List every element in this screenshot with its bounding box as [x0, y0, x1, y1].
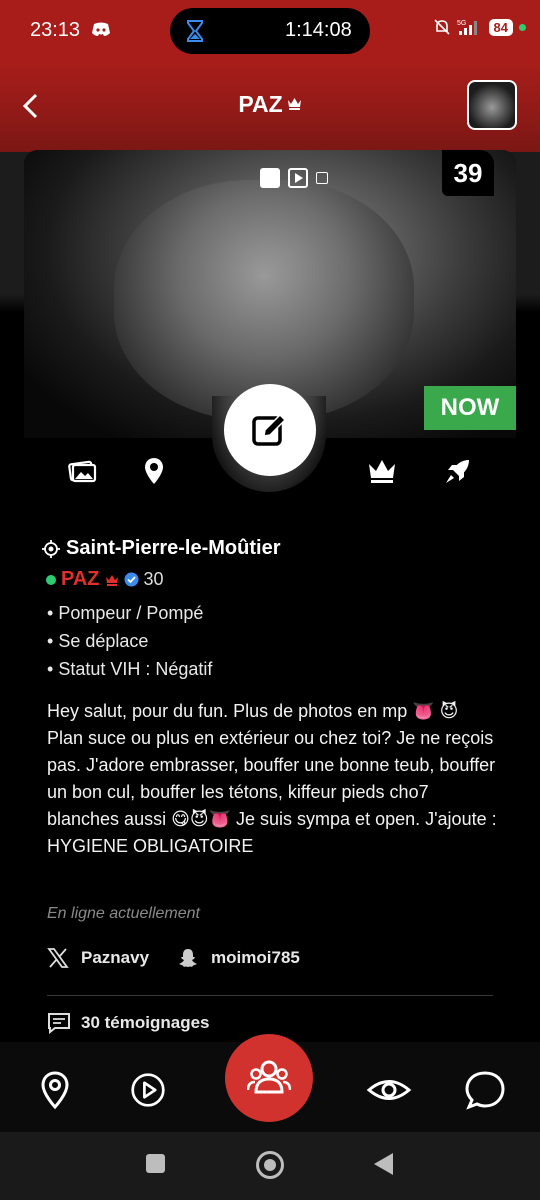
snapchat-handle[interactable]: moimoi785	[211, 948, 300, 968]
status-time: 23:13	[30, 19, 81, 41]
photo-media-icon	[260, 168, 280, 188]
attribute-item: • Pompeur / Pompé	[47, 603, 204, 623]
svg-text:5G: 5G	[457, 20, 466, 27]
video-media-icon	[288, 168, 308, 188]
status-bar: 23:13 1:14:08 5G 84	[0, 0, 540, 62]
profile-bio: Hey salut, pour du fun. Plus de photos e…	[47, 701, 497, 856]
testimonials-link[interactable]: 30 témoignages	[47, 1012, 210, 1034]
hourglass-icon	[187, 20, 203, 42]
profile-attributes: • Pompeur / Pompé • Se déplace • Statut …	[47, 601, 212, 685]
location-pin-icon[interactable]	[138, 455, 170, 487]
mute-bell-icon	[433, 19, 450, 35]
location-row: Saint-Pierre-le-Moûtier	[42, 537, 280, 560]
discord-icon	[92, 22, 110, 36]
edit-icon	[252, 413, 287, 446]
recent-apps-button[interactable]	[146, 1154, 165, 1173]
photo-count-badge: 39	[442, 150, 494, 196]
status-icons: 5G 84	[433, 18, 526, 36]
title-text: PAZ	[238, 91, 283, 117]
timer-text: 1:14:08	[285, 19, 352, 41]
play-icon[interactable]	[130, 1070, 166, 1110]
online-status: En ligne actuellement	[47, 905, 200, 922]
media-type-icons	[260, 168, 328, 188]
small-video-icon	[316, 172, 328, 184]
attribute-item: • Se déplace	[47, 631, 149, 651]
social-links: Paznavy moimoi785	[47, 947, 300, 969]
users-icon	[247, 1060, 291, 1094]
map-pin-icon[interactable]	[37, 1070, 73, 1110]
battery-level: 84	[488, 18, 513, 36]
signal-icon: 5G	[457, 20, 477, 35]
section-divider	[47, 995, 493, 996]
app-header: PAZ	[0, 62, 540, 152]
chat-icon[interactable]	[464, 1070, 506, 1110]
crown-icon	[287, 98, 301, 110]
now-badge: NOW	[424, 386, 516, 430]
rocket-icon[interactable]	[442, 455, 474, 487]
comment-icon	[48, 1013, 70, 1034]
privacy-dot	[519, 23, 526, 31]
gallery-icon[interactable]	[66, 455, 98, 487]
crown-icon	[105, 574, 118, 586]
system-back-button[interactable]	[374, 1153, 393, 1175]
home-button[interactable]	[256, 1151, 284, 1179]
x-handle[interactable]: Paznavy	[81, 948, 149, 968]
online-indicator	[46, 574, 56, 585]
location-text: Saint-Pierre-le-Moûtier	[66, 537, 281, 559]
x-logo-icon[interactable]	[47, 947, 69, 969]
username: PAZ	[61, 568, 100, 590]
page-title: PAZ	[0, 91, 540, 118]
system-navigation-bar	[0, 1132, 540, 1200]
crown-icon[interactable]	[366, 455, 398, 487]
profile-avatar-thumbnail[interactable]	[467, 80, 517, 130]
testimonials-count: 30 témoignages	[81, 1013, 210, 1032]
verified-badge-icon	[124, 572, 139, 587]
username-row: PAZ 30	[46, 568, 164, 591]
eye-icon[interactable]	[366, 1070, 412, 1110]
edit-profile-button[interactable]	[224, 384, 316, 476]
community-button[interactable]	[225, 1034, 313, 1122]
attribute-item: • Statut VIH : Négatif	[47, 659, 213, 679]
age: 30	[143, 569, 164, 589]
snapchat-ghost-icon[interactable]	[177, 947, 199, 969]
crosshair-icon	[42, 539, 60, 558]
